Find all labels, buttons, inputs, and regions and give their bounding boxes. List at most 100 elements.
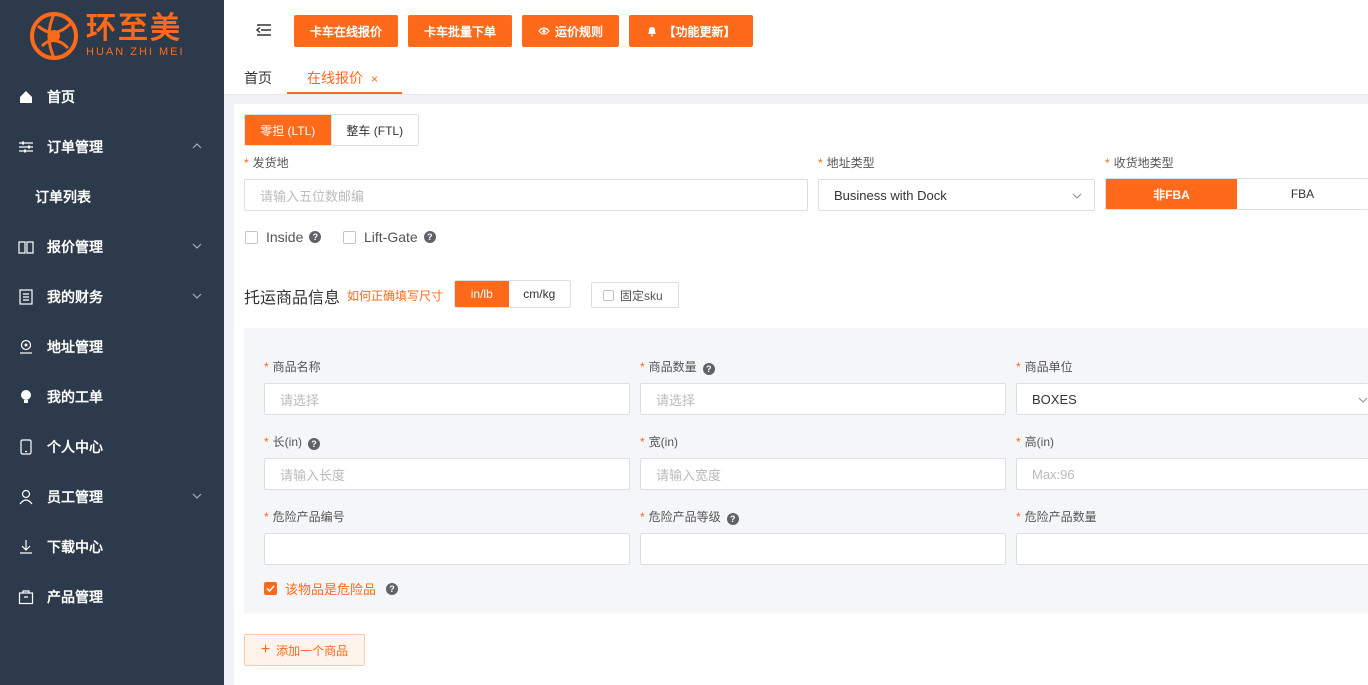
required-mark: *: [264, 510, 269, 524]
length-label: * 长(in)?: [264, 433, 321, 450]
unit-in-lb[interactable]: in/lb: [455, 281, 509, 307]
button-label: 卡车在线报价: [309, 24, 382, 39]
button-label: 【功能更新】: [663, 24, 736, 39]
placeholder: 请选择: [280, 392, 320, 408]
sidebar-item-label: 我的工单: [47, 389, 103, 405]
dest-fba[interactable]: FBA: [1237, 179, 1368, 209]
length-input[interactable]: 请输入长度: [264, 458, 630, 490]
sidebar-item-profile[interactable]: 个人中心: [0, 422, 224, 472]
width-label: * 宽(in): [640, 433, 678, 450]
required-mark: *: [1105, 156, 1110, 170]
sidebar-item-label: 个人中心: [47, 439, 103, 455]
help-icon[interactable]: ?: [423, 231, 436, 243]
phone-icon: [18, 439, 34, 455]
checkbox-label: Inside: [266, 229, 304, 245]
download-icon: [18, 539, 34, 555]
button-label: 卡车批量下单: [423, 24, 496, 39]
hazmat-level-input[interactable]: [640, 533, 1006, 565]
truck-online-quote-button[interactable]: 卡车在线报价: [294, 15, 398, 47]
tab-online-quote[interactable]: 在线报价 ×: [287, 62, 402, 94]
hazmat-no-input[interactable]: [264, 533, 630, 565]
brand-name-en: HUAN ZHI MEI: [86, 46, 185, 58]
sidebar-item-order-list[interactable]: 订单列表: [0, 172, 224, 222]
book-icon: [18, 239, 34, 255]
placeholder: 请输入长度: [280, 467, 346, 483]
sidebar-item-label: 订单列表: [35, 189, 91, 205]
placeholder: 请输入五位数邮编: [260, 188, 365, 204]
placeholder: 请选择: [656, 392, 696, 408]
globe-logo-icon: [30, 12, 78, 60]
tab-label: 首页: [244, 70, 272, 86]
help-icon[interactable]: ?: [702, 363, 715, 375]
help-icon[interactable]: ?: [308, 438, 321, 450]
chevron-up-icon: [192, 143, 202, 149]
sidebar-item-label: 员工管理: [47, 489, 103, 505]
home-icon: [18, 89, 34, 105]
tab-home[interactable]: 首页: [244, 62, 272, 94]
hazmat-checkbox[interactable]: 该物品是危险品?: [264, 579, 399, 598]
help-icon[interactable]: ?: [386, 582, 399, 595]
sidebar: 环至美 HUAN ZHI MEI 首页 订单管理 订单列表 报价管理 我的财务: [0, 0, 224, 685]
dest-non-fba[interactable]: 非FBA: [1106, 179, 1237, 209]
width-input[interactable]: 请输入宽度: [640, 458, 1006, 490]
required-mark: *: [244, 156, 249, 170]
label-text: 高(in): [1024, 435, 1055, 449]
label-text: 危险产品等级: [648, 510, 721, 524]
help-icon[interactable]: ?: [726, 513, 739, 525]
sidebar-item-tickets[interactable]: 我的工单: [0, 372, 224, 422]
goods-qty-input[interactable]: 请选择: [640, 383, 1006, 415]
sidebar-item-staff[interactable]: 员工管理: [0, 472, 224, 522]
unit-cm-kg[interactable]: cm/kg: [508, 281, 570, 307]
package-icon: [18, 589, 34, 605]
sidebar-item-home[interactable]: 首页: [0, 72, 224, 122]
sidebar-item-products[interactable]: 产品管理: [0, 572, 224, 622]
fixed-sku-checkbox[interactable]: 固定sku: [591, 282, 679, 308]
sidebar-item-label: 下载中心: [47, 539, 103, 555]
add-goods-button[interactable]: + 添加一个商品: [244, 634, 365, 666]
goods-section-title: 托运商品信息: [244, 290, 341, 307]
sidebar-item-quotes[interactable]: 报价管理: [0, 222, 224, 272]
mode-ltl[interactable]: 零担 (LTL): [245, 115, 331, 145]
sidebar-item-downloads[interactable]: 下载中心: [0, 522, 224, 572]
dest-type-toggle: 非FBA FBA: [1105, 178, 1368, 210]
close-icon[interactable]: ×: [371, 72, 378, 86]
height-input[interactable]: Max:96: [1016, 458, 1368, 490]
required-mark: *: [1016, 435, 1021, 449]
sidebar-item-finance[interactable]: 我的财务: [0, 272, 224, 322]
inside-checkbox[interactable]: Inside?: [245, 229, 322, 245]
hazmat-no-label: * 危险产品编号: [264, 508, 345, 525]
brand-name: 环至美: [86, 12, 182, 45]
mode-ftl[interactable]: 整车 (FTL): [330, 115, 418, 145]
menu-toggle-icon[interactable]: [256, 22, 272, 38]
origin-zip-input[interactable]: 请输入五位数邮编: [244, 179, 808, 211]
feature-updates-button[interactable]: 【功能更新】: [629, 15, 753, 47]
checkbox-label: 固定sku: [620, 288, 663, 303]
checkbox-checked-icon: [264, 582, 277, 595]
goods-unit-select[interactable]: BOXES: [1016, 383, 1368, 415]
goods-name-input[interactable]: 请选择: [264, 383, 630, 415]
required-mark: *: [1016, 510, 1021, 524]
checkbox-label: 该物品是危险品: [285, 582, 377, 597]
label-text: 商品单位: [1024, 360, 1073, 374]
button-label: 添加一个商品: [276, 643, 349, 658]
truck-batch-order-button[interactable]: 卡车批量下单: [408, 15, 512, 47]
label-text: 商品数量: [648, 360, 697, 374]
hazmat-qty-input[interactable]: [1016, 533, 1368, 565]
top-header: 卡车在线报价 卡车批量下单 运价规则 【功能更新】: [224, 0, 1368, 62]
sidebar-item-label: 首页: [47, 89, 75, 105]
required-mark: *: [264, 360, 269, 374]
label-text: 收货地类型: [1113, 156, 1174, 170]
user-icon: [18, 489, 34, 505]
help-icon[interactable]: ?: [309, 231, 322, 243]
size-help-link[interactable]: 如何正确填写尺寸: [347, 287, 443, 304]
checkbox-box: [603, 289, 614, 301]
sidebar-item-orders[interactable]: 订单管理: [0, 122, 224, 172]
goods-qty-label: * 商品数量?: [640, 358, 715, 375]
label-text: 危险产品编号: [272, 510, 345, 524]
page-tabs: 首页 在线报价 ×: [224, 62, 1368, 95]
address-type-select[interactable]: Business with Dock: [818, 179, 1095, 211]
sidebar-item-address[interactable]: 地址管理: [0, 322, 224, 372]
sidebar-item-label: 订单管理: [47, 139, 103, 155]
liftgate-checkbox[interactable]: Lift-Gate?: [343, 229, 436, 245]
freight-rules-button[interactable]: 运价规则: [522, 15, 619, 47]
